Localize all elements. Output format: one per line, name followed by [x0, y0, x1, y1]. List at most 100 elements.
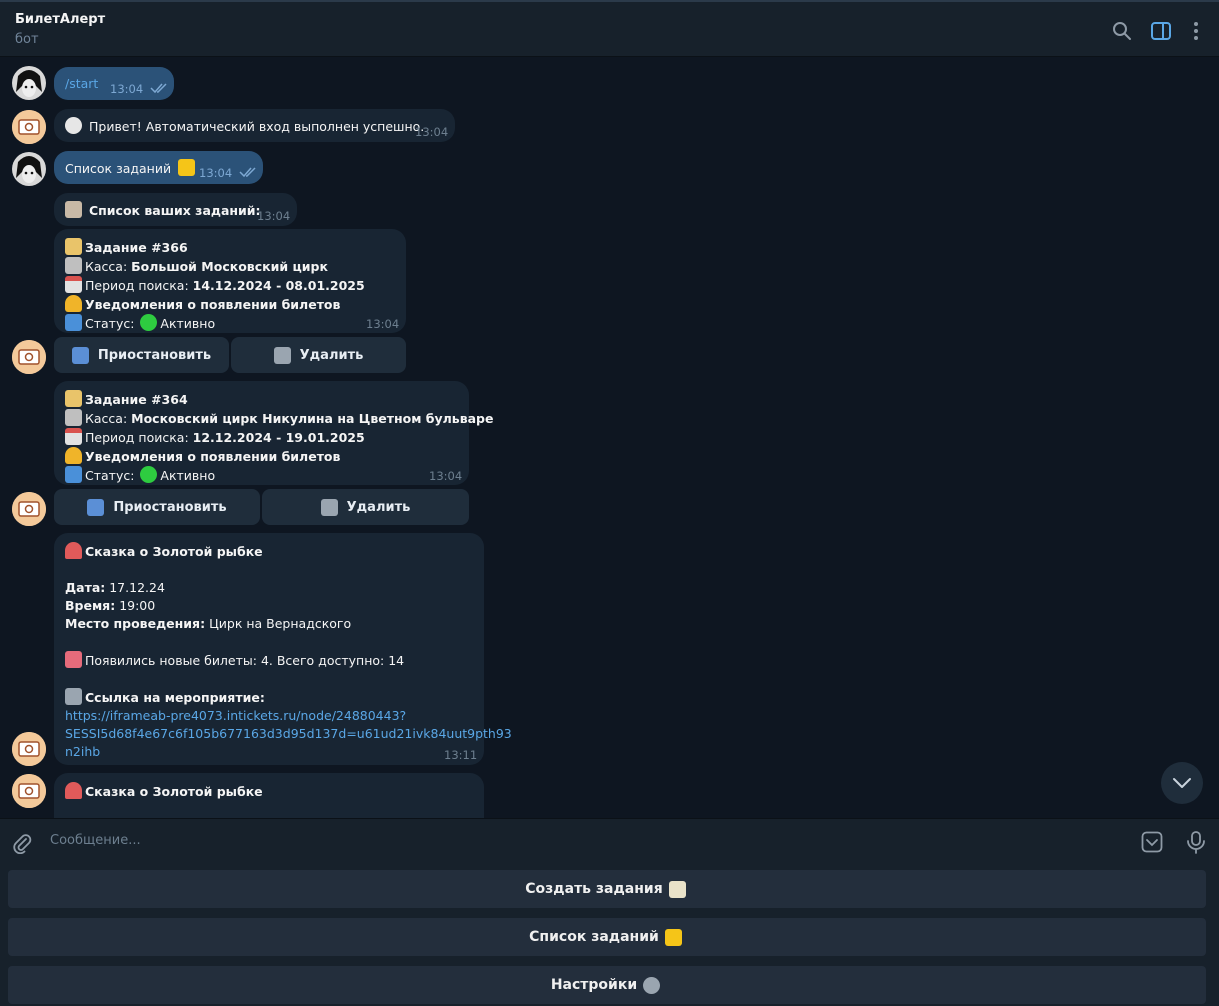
read-checks-icon: [239, 167, 256, 178]
message-time: 13:04: [110, 82, 144, 96]
place-value: Цирк на Вернадского: [209, 616, 352, 631]
status-label: Статус:: [85, 468, 135, 483]
period-value: 14.12.2024 - 08.01.2025: [192, 278, 365, 293]
delete-label: Удалить: [346, 499, 411, 515]
bell-icon: [65, 295, 82, 312]
calendar-icon: [65, 428, 82, 445]
bell-icon: [65, 447, 82, 464]
bot-avatar[interactable]: [12, 732, 46, 766]
gear-icon: [643, 976, 661, 994]
bot-avatar[interactable]: [12, 110, 46, 144]
speech-bubble-icon: [65, 117, 82, 134]
emoji-icon[interactable]: [1141, 831, 1163, 853]
message-time: 13:04: [199, 166, 233, 180]
tickets-text: Появились новые билеты: 4. Всего доступн…: [85, 653, 405, 668]
delete-button[interactable]: Удалить: [231, 337, 406, 373]
notify-text: Уведомления о появлении билетов: [85, 297, 341, 312]
reply-keyboard: Создать задания Список заданий Настройки: [0, 865, 1219, 1006]
mic-icon[interactable]: [1185, 830, 1207, 854]
period-value: 12.12.2024 - 19.01.2025: [192, 430, 365, 445]
more-icon[interactable]: [1185, 20, 1207, 42]
event-title: Сказка о Золотой рыбке: [85, 544, 263, 559]
task-list-button[interactable]: Список заданий: [8, 918, 1206, 956]
green-circle-icon: [140, 314, 158, 331]
message-input[interactable]: Сообщение...: [50, 833, 141, 848]
date-label: Дата:: [65, 580, 106, 595]
bar-chart-icon: [65, 466, 82, 483]
event-link[interactable]: n2ihb: [65, 743, 473, 761]
message-composer: Сообщение...: [0, 818, 1219, 865]
kassa-label: Касса:: [85, 259, 128, 274]
user-avatar[interactable]: [12, 152, 46, 186]
pause-icon: [71, 346, 89, 364]
message-incoming[interactable]: Привет! Автоматический вход выполнен усп…: [54, 109, 455, 142]
time-label: Время:: [65, 598, 116, 613]
building-icon: [65, 257, 82, 274]
kassa-value: Московский цирк Никулина на Цветном буль…: [131, 411, 494, 426]
search-icon[interactable]: [1111, 20, 1133, 42]
chevron-down-icon: [1173, 778, 1191, 788]
message-list[interactable]: /start 13:04 Привет! Автоматический вход…: [0, 58, 1219, 818]
pause-button[interactable]: Приостановить: [54, 489, 260, 525]
chat-subtitle: бот: [15, 32, 39, 47]
ledger-icon: [178, 159, 196, 176]
message-text: Список заданий: [65, 161, 172, 176]
create-tasks-button[interactable]: Создать задания: [8, 870, 1206, 908]
delete-label: Удалить: [299, 347, 364, 363]
sidebar-toggle-icon[interactable]: [1150, 20, 1172, 42]
task-title: Задание #364: [85, 392, 188, 407]
memo-icon: [668, 880, 686, 898]
delete-button[interactable]: Удалить: [262, 489, 469, 525]
message-text: Привет! Автоматический вход выполнен усп…: [88, 119, 425, 134]
bot-avatar[interactable]: [12, 774, 46, 808]
attach-icon[interactable]: [11, 832, 33, 854]
scroll-down-button[interactable]: [1161, 762, 1203, 804]
command-link[interactable]: /start: [65, 76, 98, 91]
bot-avatar[interactable]: [12, 340, 46, 374]
message-time: 13:04: [415, 125, 449, 139]
pause-button[interactable]: Приостановить: [54, 337, 229, 373]
pause-label: Приостановить: [113, 499, 227, 515]
ticket-icon: [65, 651, 82, 668]
event-link[interactable]: SESSI5d68f4e67c6f105b677163d3d95d137d=u6…: [65, 725, 512, 743]
user-avatar[interactable]: [12, 66, 46, 100]
message-text: Список ваших заданий:: [88, 203, 261, 218]
chat-title[interactable]: БилетАлерт: [15, 12, 105, 27]
period-label: Период поиска:: [85, 278, 189, 293]
period-label: Период поиска:: [85, 430, 189, 445]
circus-tent-icon: [65, 542, 82, 559]
settings-label: Настройки: [550, 977, 638, 993]
task-card[interactable]: Задание #366 Касса: Большой Московский ц…: [54, 229, 406, 333]
status-value: Активно: [160, 468, 216, 483]
trash-icon: [273, 346, 291, 364]
message-outgoing[interactable]: Список заданий 13:04: [54, 151, 263, 184]
message-incoming[interactable]: Список ваших заданий: 13:04: [54, 193, 297, 226]
event-card[interactable]: Сказка о Золотой рыбке Дата: 17.12.24 Вр…: [54, 533, 512, 765]
notify-text: Уведомления о появлении билетов: [85, 449, 341, 464]
create-tasks-label: Создать задания: [525, 881, 663, 897]
bot-avatar[interactable]: [12, 492, 46, 526]
kassa-value: Большой Московский цирк: [131, 259, 328, 274]
bar-chart-icon: [65, 314, 82, 331]
date-value: 17.12.24: [109, 580, 165, 595]
building-icon: [65, 409, 82, 426]
message-time: 13:04: [257, 209, 291, 223]
status-value: Активно: [160, 316, 216, 331]
chat-header: БилетАлерт бот: [0, 0, 1219, 57]
message-time: 13:11: [444, 748, 478, 762]
calendar-icon: [65, 276, 82, 293]
event-link[interactable]: https://iframeab-pre4073.intickets.ru/no…: [65, 707, 473, 725]
message-outgoing[interactable]: /start 13:04: [54, 67, 174, 100]
task-title: Задание #366: [85, 240, 188, 255]
place-label: Место проведения:: [65, 616, 206, 631]
task-card[interactable]: Задание #364 Касса: Московский цирк Нику…: [54, 381, 493, 485]
settings-button[interactable]: Настройки: [8, 966, 1206, 1004]
link-label: Ссылка на мероприятие:: [85, 690, 265, 705]
read-checks-icon: [150, 83, 167, 94]
circus-tent-icon: [65, 782, 82, 799]
kassa-label: Касса:: [85, 411, 128, 426]
pause-label: Приостановить: [97, 347, 212, 363]
ticket-icon: [65, 238, 82, 255]
pause-icon: [87, 498, 105, 516]
event-card[interactable]: Сказка о Золотой рыбке: [54, 773, 484, 818]
